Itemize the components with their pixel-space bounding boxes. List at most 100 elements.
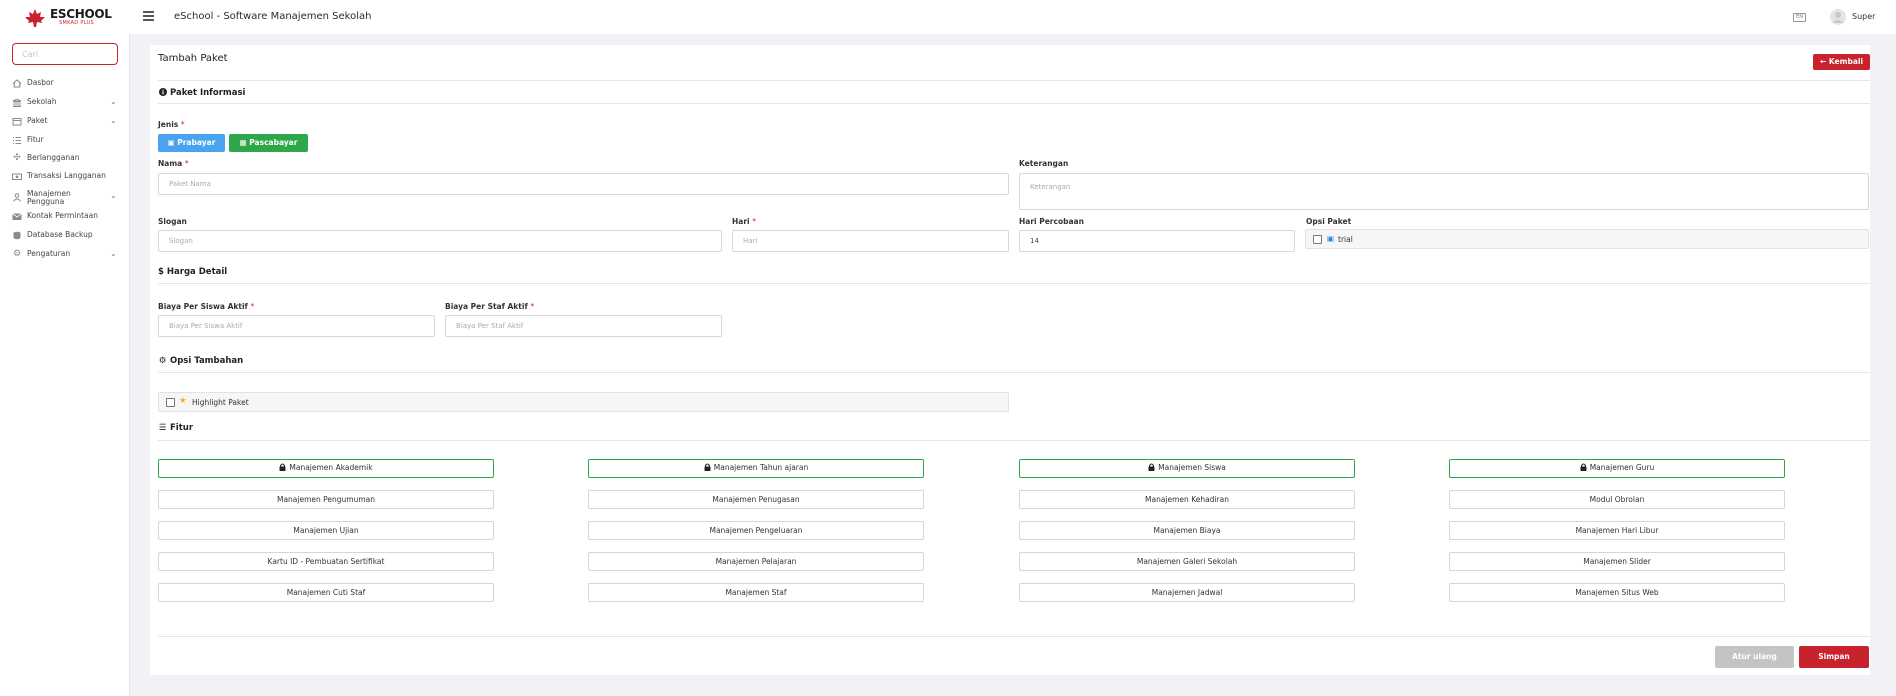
user-name[interactable]: Super: [1852, 12, 1875, 21]
feature-button[interactable]: Manajemen Galeri Sekolah: [1019, 552, 1355, 571]
divider: [158, 103, 1870, 104]
feature-button[interactable]: Manajemen Hari Libur: [1449, 521, 1785, 540]
feature-label: Kartu ID - Pembuatan Sertifikat: [267, 557, 385, 566]
sidebar-item-kontak-permintaan[interactable]: Kontak Permintaan: [0, 209, 130, 225]
section-title-price: $ Harga Detail: [158, 267, 227, 277]
feature-button[interactable]: Manajemen Ujian: [158, 521, 494, 540]
lock-icon: [1148, 460, 1155, 476]
postpaid-label: Pascabayar: [249, 138, 298, 147]
avatar[interactable]: [1830, 9, 1846, 25]
description-label: Keterangan: [1019, 159, 1069, 168]
back-button-label: Kembali: [1828, 57, 1864, 66]
calendar-icon: ▦: [239, 138, 250, 147]
feature-label: Manajemen Ujian: [293, 526, 359, 535]
users-icon: [12, 193, 22, 202]
type-label: Jenis *: [158, 120, 185, 129]
section-label: Paket Informasi: [170, 88, 246, 98]
back-button[interactable]: ← Kembali: [1813, 54, 1870, 70]
app-logo[interactable]: ESCHOOL SMKAD PLUS: [24, 7, 114, 29]
chevron-down-icon: ⌄: [110, 249, 117, 258]
feature-label: Manajemen Akademik: [289, 463, 373, 472]
feature-button[interactable]: Manajemen Slider: [1449, 552, 1785, 571]
feature-label: Manajemen Hari Libur: [1575, 526, 1659, 535]
feature-button[interactable]: Manajemen Guru: [1449, 459, 1785, 478]
feature-label: Manajemen Galeri Sekolah: [1136, 557, 1238, 566]
prepaid-button[interactable]: ▣ Prabayar: [158, 134, 225, 152]
sidebar-item-paket[interactable]: Paket ⌄: [0, 114, 130, 130]
package-icon: [12, 117, 22, 126]
subscription-icon: ✣: [13, 153, 21, 163]
trial-checkbox[interactable]: [1313, 235, 1322, 244]
name-input[interactable]: Paket Nama: [158, 173, 1009, 195]
trial-days-input[interactable]: 14: [1019, 230, 1295, 252]
highlight-checkbox[interactable]: [166, 398, 175, 407]
sidebar-item-label: Dasbor: [27, 78, 54, 87]
prepaid-label: Prabayar: [177, 138, 216, 147]
staff-cost-input[interactable]: Biaya Per Staf Aktif: [445, 315, 722, 337]
feature-button[interactable]: Manajemen Staf: [588, 583, 924, 602]
feature-button[interactable]: Manajemen Pengumuman: [158, 490, 494, 509]
reset-button[interactable]: Atur ulang: [1715, 646, 1794, 668]
package-option-box: ▣ trial: [1305, 229, 1869, 249]
sidebar-item-sekolah[interactable]: Sekolah ⌄: [0, 95, 130, 111]
feature-label: Manajemen Siswa: [1158, 463, 1226, 472]
package-option-label: Opsi Paket: [1306, 217, 1352, 226]
feature-button[interactable]: Manajemen Penugasan: [588, 490, 924, 509]
feature-label: Manajemen Pengeluaran: [709, 526, 803, 535]
sidebar-item-database-backup[interactable]: Database Backup: [0, 228, 130, 244]
gift-icon: ▣: [1327, 234, 1335, 243]
sidebar-item-label: Berlangganan: [27, 153, 80, 162]
app-title: eSchool - Software Manajemen Sekolah: [174, 11, 372, 22]
feature-button[interactable]: Kartu ID - Pembuatan Sertifikat: [158, 552, 494, 571]
top-header: ESCHOOL SMKAD PLUS eSchool - Software Ma…: [0, 0, 1896, 34]
feature-label: Manajemen Guru: [1589, 463, 1655, 472]
feature-label: Manajemen Situs Web: [1575, 588, 1659, 597]
divider: [158, 372, 1870, 373]
gear-icon: ⚙: [158, 356, 167, 366]
feature-button[interactable]: Manajemen Akademik: [158, 459, 494, 478]
feature-label: Manajemen Kehadiran: [1145, 495, 1229, 504]
days-input[interactable]: Hari: [732, 230, 1009, 252]
logo-name: ESCHOOL: [50, 7, 112, 21]
feature-button[interactable]: Manajemen Biaya: [1019, 521, 1355, 540]
language-icon[interactable]: EN: [1793, 13, 1806, 22]
menu-toggle-icon[interactable]: [143, 11, 154, 21]
section-label: Harga Detail: [166, 267, 228, 277]
feature-label: Manajemen Pelajaran: [715, 557, 797, 566]
description-textarea[interactable]: Keterangan: [1019, 173, 1869, 210]
feature-label: Manajemen Slider: [1583, 557, 1651, 566]
save-button[interactable]: Simpan: [1799, 646, 1869, 668]
sidebar-item-berlangganan[interactable]: ✣ Berlangganan: [0, 151, 130, 167]
sidebar-item-fitur[interactable]: Fitur: [0, 133, 130, 149]
star-icon: ★: [179, 396, 187, 406]
chevron-down-icon: ⌄: [110, 116, 117, 125]
sidebar-item-label: Sekolah: [27, 97, 57, 106]
highlight-option-box: ★ Highlight Paket: [158, 392, 1009, 412]
divider: [158, 440, 1870, 441]
info-circle-icon: [158, 88, 167, 98]
maple-leaf-logo-icon: [25, 9, 45, 27]
sidebar-item-label: Kontak Permintaan: [27, 211, 99, 220]
feature-button[interactable]: Manajemen Jadwal: [1019, 583, 1355, 602]
sidebar-item-manajemen-pengguna[interactable]: Manajemen Pengguna ⌄: [0, 187, 130, 207]
contact-icon: [12, 212, 22, 221]
sidebar-item-pengaturan[interactable]: ⚙ Pengaturan ⌄: [0, 247, 130, 263]
feature-button[interactable]: Manajemen Pelajaran: [588, 552, 924, 571]
sidebar-item-transaksi-langganan[interactable]: Transaksi Langganan: [0, 169, 130, 185]
staff-cost-label: Biaya Per Staf Aktif *: [445, 302, 535, 311]
feature-button[interactable]: Manajemen Siswa: [1019, 459, 1355, 478]
student-cost-input[interactable]: Biaya Per Siswa Aktif: [158, 315, 435, 337]
feature-button[interactable]: Modul Obrolan: [1449, 490, 1785, 509]
feature-button[interactable]: Manajemen Tahun ajaran: [588, 459, 924, 478]
postpaid-button[interactable]: ▦ Pascabayar: [229, 134, 308, 152]
feature-button[interactable]: Manajemen Situs Web: [1449, 583, 1785, 602]
search-input[interactable]: [12, 43, 118, 65]
section-label: Opsi Tambahan: [170, 356, 244, 366]
student-cost-label: Biaya Per Siswa Aktif *: [158, 302, 255, 311]
sidebar-item-dasbor[interactable]: Dasbor: [0, 76, 130, 92]
feature-button[interactable]: Manajemen Cuti Staf: [158, 583, 494, 602]
slogan-input[interactable]: Slogan: [158, 230, 722, 252]
trial-days-label: Hari Percobaan: [1019, 217, 1084, 226]
feature-button[interactable]: Manajemen Kehadiran: [1019, 490, 1355, 509]
feature-button[interactable]: Manajemen Pengeluaran: [588, 521, 924, 540]
